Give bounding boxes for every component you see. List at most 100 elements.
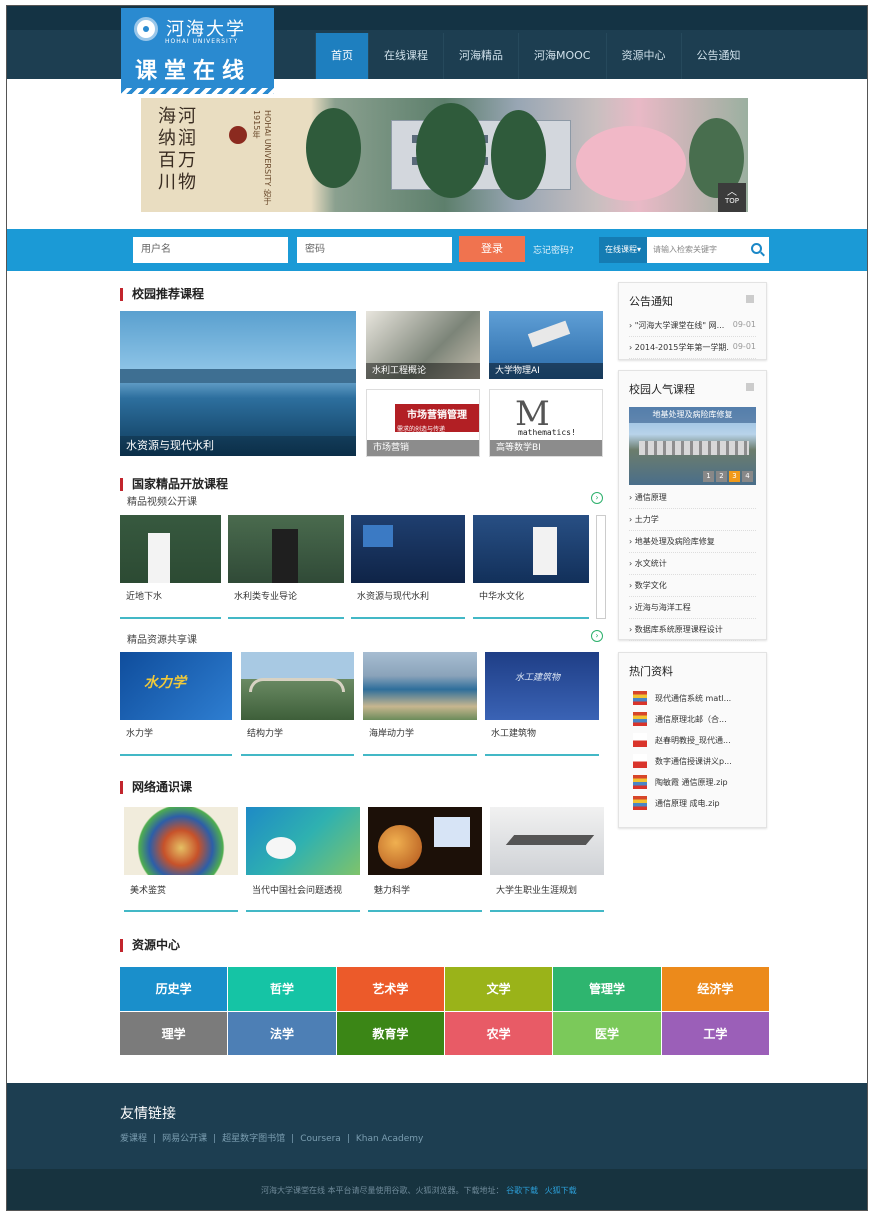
pager-2[interactable]: 2: [716, 471, 727, 482]
screen-shape: [363, 525, 393, 547]
resource-category-1[interactable]: 哲学: [228, 967, 336, 1011]
video-course-card[interactable]: 中华水文化: [473, 515, 589, 619]
hot-file-item[interactable]: 通信原理北邮（合...: [633, 712, 754, 726]
pdf-file-icon: [633, 754, 647, 768]
popular-course-item[interactable]: › 数学文化: [629, 575, 756, 597]
campus-section-title: 校园推荐课程: [120, 288, 204, 301]
hero-banner: 河润万物 海纳百川 HOHAI UNIVERSITY 始于1915年: [141, 98, 748, 212]
resource-category-8[interactable]: 教育学: [336, 1011, 444, 1055]
logo-english-name: HOHAI UNIVERSITY: [165, 38, 239, 45]
shared-course-card[interactable]: 结构力学: [241, 652, 354, 756]
friend-link[interactable]: Coursera: [300, 1134, 341, 1144]
hot-file-item[interactable]: 数字通信授课讲义p...: [633, 754, 754, 768]
video-course-card[interactable]: 水利类专业导论: [228, 515, 344, 619]
hot-files-panel: 热门资料 现代通信系统 matl... 通信原理北邮（合... 赵春明教授_现代通.…: [618, 652, 767, 828]
hot-file-item[interactable]: 陶敏霞 通信原理.zip: [633, 775, 754, 789]
popular-course-item[interactable]: › 土力学: [629, 509, 756, 531]
video-course-label: 水利类专业导论: [234, 592, 298, 602]
course-tile-water-resources[interactable]: 水资源与现代水利: [120, 311, 356, 456]
general-course-card[interactable]: 当代中国社会问题透视: [246, 807, 360, 912]
friend-link[interactable]: 超星数字图书馆: [222, 1134, 285, 1144]
resource-category-2[interactable]: 艺术学: [336, 967, 444, 1011]
popular-course-item[interactable]: › 通信原理: [629, 487, 756, 509]
more-icon[interactable]: [746, 383, 754, 391]
friend-link[interactable]: 爱课程: [120, 1134, 147, 1144]
hot-file-item[interactable]: 通信原理 成电.zip: [633, 796, 754, 810]
shared-course-label: 水力学: [126, 729, 154, 739]
resource-category-5[interactable]: 经济学: [661, 967, 769, 1011]
login-button[interactable]: 登录: [459, 236, 525, 262]
arrow-right-icon[interactable]: ›: [591, 630, 603, 642]
popular-course-item[interactable]: › 水文统计: [629, 553, 756, 575]
video-course-card[interactable]: 水资源与现代水利: [351, 515, 465, 619]
popular-slideshow[interactable]: 地基处理及病险库修复 1 2 3 4: [629, 407, 756, 485]
resource-category-3[interactable]: 文学: [445, 967, 553, 1011]
pager-3[interactable]: 3: [729, 471, 740, 482]
nav-online-courses[interactable]: 在线课程: [368, 33, 443, 79]
nav-notices[interactable]: 公告通知: [680, 33, 756, 79]
forgot-password-link[interactable]: 忘记密码?: [533, 243, 574, 256]
course-tile-physics[interactable]: 大学物理AI: [489, 311, 603, 379]
more-icon[interactable]: [746, 295, 754, 303]
resource-category-4[interactable]: 管理学: [553, 967, 661, 1011]
tile-caption: 水利工程概论: [366, 363, 480, 379]
arrow-right-icon[interactable]: ›: [591, 492, 603, 504]
password-input[interactable]: 密码: [297, 237, 452, 263]
shared-course-label: 水工建筑物: [491, 729, 537, 739]
shared-course-card[interactable]: 水工建筑物 水工建筑物: [485, 652, 599, 756]
tree-icon: [491, 110, 546, 200]
chrome-download-link[interactable]: 谷歌下载: [506, 1186, 538, 1195]
nav-resource-center[interactable]: 资源中心: [605, 33, 681, 79]
video-course-card-partial[interactable]: [596, 515, 606, 619]
resource-category-0[interactable]: 历史学: [120, 967, 228, 1011]
rar-file-icon: [633, 775, 647, 789]
hot-file-item[interactable]: 现代通信系统 matl...: [633, 691, 754, 705]
course-tile-math[interactable]: M mathematics! 高等数学BI: [489, 389, 603, 457]
back-to-top-button[interactable]: ︿ TOP: [718, 183, 746, 212]
search-icon[interactable]: [751, 243, 762, 254]
national-section-title: 国家精品开放课程: [120, 478, 228, 491]
banner-calligraphy: 河润万物 海纳百川: [155, 106, 196, 194]
hot-file-name: 通信原理 成电.zip: [655, 798, 720, 808]
popular-course-item[interactable]: › 近海与海洋工程: [629, 597, 756, 619]
tile-caption: 市场营销: [367, 440, 479, 456]
username-input[interactable]: 用户名: [133, 237, 288, 263]
site-logo[interactable]: 河海大学 HOHAI UNIVERSITY 课堂在线: [121, 8, 274, 94]
course-tile-hydraulic-engineering[interactable]: 水利工程概论: [366, 311, 480, 379]
notice-item[interactable]: › "河海大学课堂在线" 网... 09-01: [629, 315, 756, 337]
friend-link[interactable]: 网易公开课: [162, 1134, 207, 1144]
resource-category-7[interactable]: 法学: [228, 1011, 336, 1055]
nav-home[interactable]: 首页: [315, 33, 368, 79]
general-course-card[interactable]: 大学生职业生涯规划: [490, 807, 604, 912]
nav-hohai-mooc[interactable]: 河海MOOC: [518, 33, 606, 79]
firefox-download-link[interactable]: 火狐下载: [545, 1186, 577, 1195]
resource-category-9[interactable]: 农学: [445, 1011, 553, 1055]
notice-item[interactable]: › 2014-2015学年第一学期... 09-01: [629, 337, 756, 359]
shared-course-card[interactable]: 海岸动力学: [363, 652, 477, 756]
hot-files-title: 热门资料: [629, 665, 673, 678]
notice-text: › "河海大学课堂在线" 网...: [629, 321, 725, 330]
course-tile-marketing[interactable]: 市场营销管理 需求的创造与传递 市场营销: [366, 389, 480, 457]
bridge-shape: [249, 678, 345, 692]
video-course-label: 水资源与现代水利: [357, 592, 430, 602]
hot-file-name: 陶敏霞 通信原理.zip: [655, 777, 728, 787]
general-course-card[interactable]: 魅力科学: [368, 807, 482, 912]
search-type-select[interactable]: 在线课程▾: [599, 237, 647, 263]
footer-notice: 河海大学课堂在线 本平台请尽量使用谷歌、火狐浏览器。下载地址： 谷歌下载 火狐下…: [261, 1185, 577, 1196]
footer-bottom: 河海大学课堂在线 本平台请尽量使用谷歌、火狐浏览器。下载地址： 谷歌下载 火狐下…: [7, 1169, 867, 1210]
hot-file-item[interactable]: 赵春明教授_现代通...: [633, 733, 754, 747]
popular-course-item[interactable]: › 数据库系统原理课程设计: [629, 619, 756, 641]
resource-category-11[interactable]: 工学: [661, 1011, 769, 1055]
resource-category-6[interactable]: 理学: [120, 1011, 228, 1055]
popular-course-item[interactable]: › 地基处理及病险库修复: [629, 531, 756, 553]
pager-1[interactable]: 1: [703, 471, 714, 482]
nav-hohai-featured[interactable]: 河海精品: [443, 33, 518, 79]
resource-category-10[interactable]: 医学: [553, 1011, 661, 1055]
hot-file-name: 赵春明教授_现代通...: [655, 735, 731, 745]
friend-link[interactable]: Khan Academy: [356, 1134, 424, 1144]
video-course-card[interactable]: 近地下水: [120, 515, 221, 619]
pager-4[interactable]: 4: [742, 471, 753, 482]
general-course-card[interactable]: 美术鉴赏: [124, 807, 238, 912]
shared-course-card[interactable]: 水力学 水力学: [120, 652, 232, 756]
chevron-up-icon: ︿: [727, 187, 737, 198]
